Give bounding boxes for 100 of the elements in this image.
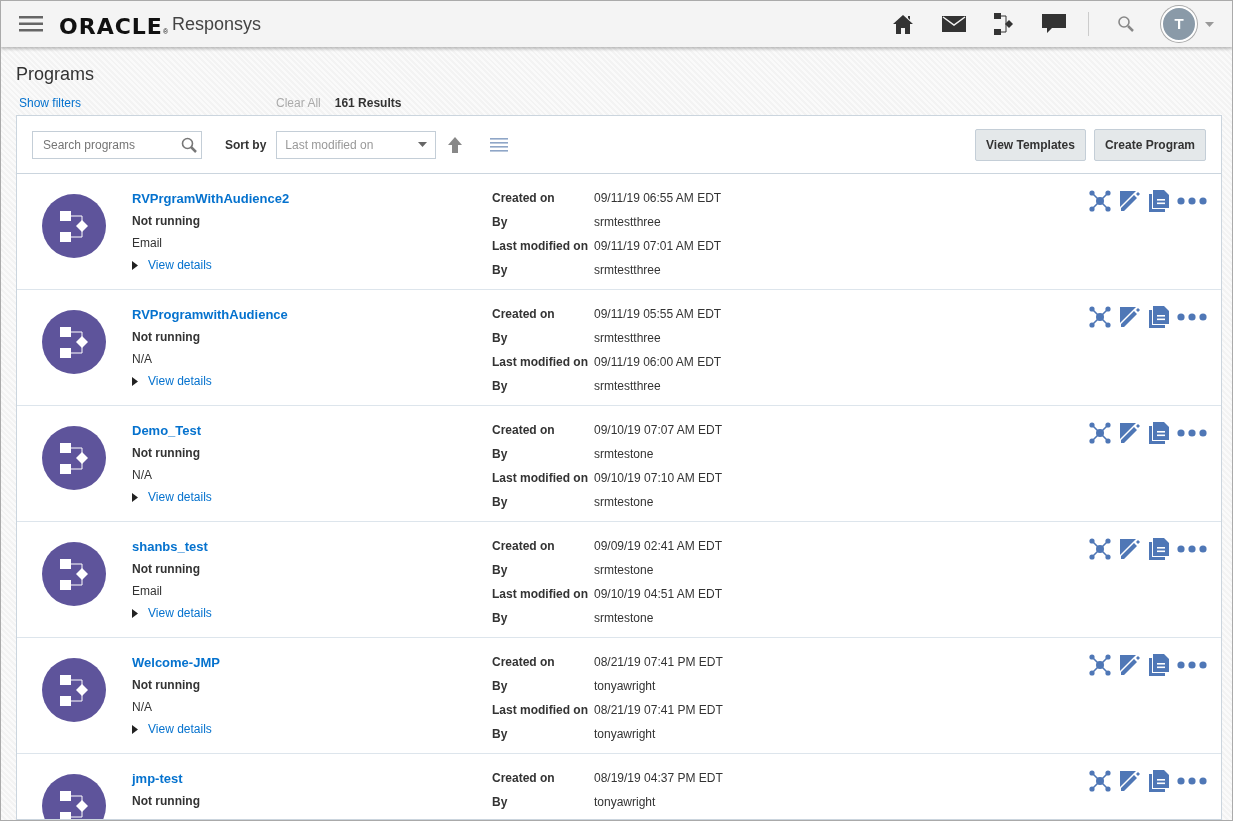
edit-icon[interactable] (1119, 422, 1141, 444)
network-icon[interactable] (1089, 538, 1111, 560)
logo: ORACLE (59, 15, 163, 38)
collapsed-triangle-icon[interactable] (132, 260, 141, 270)
collapsed-triangle-icon[interactable] (132, 376, 141, 386)
product-name: Responsys (172, 12, 262, 36)
detail-label: By (492, 562, 509, 579)
detail-value: srmtestone (594, 446, 654, 463)
detail-value: srmtestone (594, 610, 654, 627)
collapsed-triangle-icon[interactable] (132, 724, 141, 734)
detail-value: 09/10/19 04:51 AM EDT (594, 586, 723, 603)
channel-type: Email (132, 235, 163, 252)
program-icon (42, 542, 106, 606)
copy-icon[interactable] (1149, 654, 1169, 676)
copy-icon[interactable] (1149, 306, 1169, 328)
menu-icon[interactable] (19, 16, 43, 32)
network-icon[interactable] (1089, 190, 1111, 212)
edit-icon[interactable] (1119, 190, 1141, 212)
detail-label: Created on (492, 770, 556, 787)
detail-label: Last modified on (492, 702, 589, 719)
more-options-icon[interactable] (1177, 661, 1207, 669)
more-options-icon[interactable] (1177, 429, 1207, 437)
detail-value: 08/21/19 07:41 PM EDT (594, 702, 723, 719)
detail-label: By (492, 678, 509, 695)
network-icon[interactable] (1089, 654, 1111, 676)
view-details-link[interactable]: View details (148, 486, 212, 508)
search-icon[interactable] (1117, 15, 1135, 33)
program-icon (42, 658, 106, 722)
copy-icon[interactable] (1149, 538, 1169, 560)
detail-value: 08/19/19 04:37 PM EDT (594, 770, 723, 787)
detail-label: By (492, 214, 509, 231)
sort-label: Sort by (225, 136, 267, 154)
copy-icon[interactable] (1149, 770, 1169, 792)
detail-value: srmtestthree (594, 330, 661, 347)
toolbar-button[interactable]: Create Program (1093, 128, 1206, 161)
edit-icon[interactable] (1119, 654, 1141, 676)
program-name-link[interactable]: Demo_Test (132, 420, 492, 442)
channel-type: N/A (132, 467, 153, 484)
sort-dropdown[interactable]: Last modified on (276, 130, 437, 159)
workflow-icon[interactable] (994, 13, 1014, 35)
search-field[interactable]: Search programs (32, 130, 202, 159)
detail-label: Last modified on (492, 470, 589, 487)
mail-icon[interactable] (942, 16, 966, 32)
edit-icon[interactable] (1119, 770, 1141, 792)
detail-label: Created on (492, 654, 556, 671)
detail-value: srmtestthree (594, 214, 661, 231)
network-icon[interactable] (1089, 422, 1111, 444)
detail-value: 09/11/19 07:01 AM EDT (594, 238, 722, 255)
detail-value: 09/11/19 05:55 AM EDT (594, 306, 722, 323)
view-details-link[interactable]: View details (148, 370, 212, 392)
user-avatar[interactable]: T (1161, 6, 1197, 42)
view-details-link[interactable]: View details (148, 254, 212, 276)
sort-ascending-icon[interactable] (448, 136, 463, 153)
program-name-link[interactable]: shanbs_test (132, 536, 492, 558)
view-details-link[interactable]: View details (148, 602, 212, 624)
caret-icon[interactable] (1205, 21, 1214, 27)
more-options-icon[interactable] (1177, 777, 1207, 785)
network-icon[interactable] (1089, 770, 1111, 792)
detail-label: By (492, 726, 509, 743)
copy-icon[interactable] (1149, 422, 1169, 444)
channel-type: N/A (132, 699, 153, 716)
program-status: Not running (132, 561, 201, 578)
detail-label: Last modified on (492, 354, 589, 371)
toolbar-button[interactable]: View Templates (975, 128, 1086, 161)
detail-value: srmtestthree (594, 378, 661, 395)
results-count: 161 Results (334, 95, 402, 112)
chat-icon[interactable] (1042, 14, 1066, 34)
show-filters-link[interactable]: Show filters (19, 94, 82, 112)
more-options-icon[interactable] (1177, 197, 1207, 205)
program-name-link[interactable]: RVProgramwithAudience (132, 304, 492, 326)
edit-icon[interactable] (1119, 538, 1141, 560)
detail-label: By (492, 446, 509, 463)
detail-label: Created on (492, 538, 556, 555)
edit-icon[interactable] (1119, 306, 1141, 328)
collapsed-triangle-icon[interactable] (132, 492, 141, 502)
list-view-icon[interactable] (490, 137, 509, 152)
program-status: Not running (132, 213, 201, 230)
program-name-link[interactable]: RVPrgramWithAudience2 (132, 188, 492, 210)
detail-value: srmtestone (594, 562, 654, 579)
detail-label: Created on (492, 306, 556, 323)
collapsed-triangle-icon[interactable] (132, 608, 141, 618)
search-icon[interactable] (181, 136, 197, 153)
view-details-link[interactable]: View details (148, 718, 212, 740)
detail-label: By (492, 330, 509, 347)
program-name-link[interactable]: Welcome-JMP (132, 652, 492, 674)
program-icon (42, 194, 106, 258)
page-title: Programs (16, 63, 96, 86)
program-name-link[interactable]: jmp-test (132, 768, 492, 790)
home-icon[interactable] (892, 13, 914, 35)
program-icon (42, 310, 106, 374)
detail-value: srmtestthree (594, 262, 661, 279)
detail-label: By (492, 794, 509, 811)
more-options-icon[interactable] (1177, 545, 1207, 553)
channel-type: Email (132, 583, 163, 600)
copy-icon[interactable] (1149, 190, 1169, 212)
network-icon[interactable] (1089, 306, 1111, 328)
detail-value: srmtestone (594, 494, 654, 511)
program-status: Not running (132, 329, 201, 346)
more-options-icon[interactable] (1177, 313, 1207, 321)
detail-value: 09/09/19 02:41 AM EDT (594, 538, 723, 555)
